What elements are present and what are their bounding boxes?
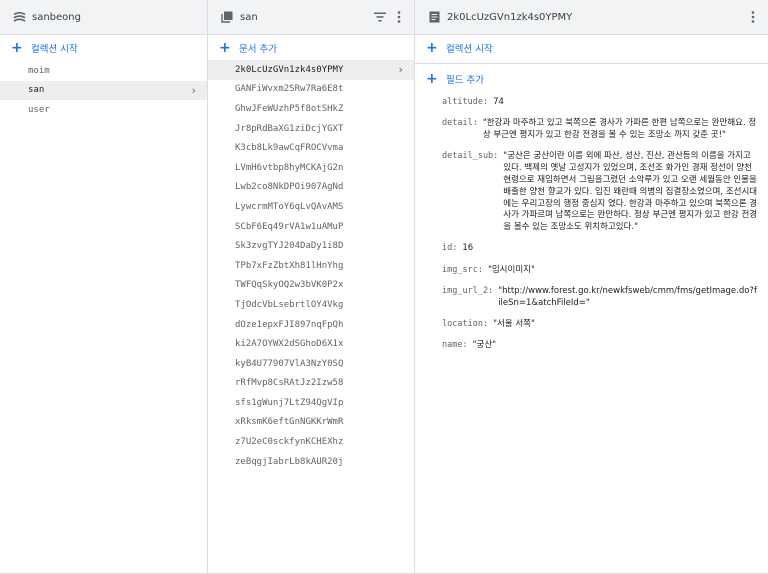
add-document-button[interactable]: + 문서 추가 [208,37,414,59]
collection-item-san[interactable]: san › [0,80,207,101]
more-vert-icon[interactable] [392,7,406,27]
divider [415,63,768,64]
start-collection-label: 컬렉션 시작 [31,44,78,55]
field-row[interactable]: detail: "한강과 마주하고 있고 북쪽으론 경사가 가파른 한편 남쪽으로… [442,118,758,142]
document-item[interactable]: TPb7xFzZbtXh81lHnYhg [208,256,414,276]
collection-title: san [240,11,258,23]
field-value: "한강과 마주하고 있고 북쪽으론 경사가 가파른 한편 남쪽으로는 완만해요.… [482,118,757,141]
field-value: 16 [462,243,474,254]
document-item[interactable]: zeBqgjIabrLb8kAUR20j [208,452,414,472]
document-item[interactable]: TWFQqSkyOQ2w3bVK0P2x [208,276,414,296]
filter-icon[interactable] [372,7,388,27]
field-row[interactable]: id: 16 [442,243,758,255]
document-item[interactable]: dOze1epxFJI897nqFpQh [208,315,414,335]
document-item[interactable]: z7U2eC0sckfynKCHEXhz [208,432,414,452]
document-item[interactable]: rRfMvp8CsRAtJz2Izw58 [208,374,414,394]
document-panel-header: 2k0LcUzGVn1zk4s0YPMY [415,0,768,35]
document-item[interactable]: SCbF6Eq49rVA1w1uAMuP [208,217,414,237]
field-key: detail_sub: [442,151,499,162]
document-item[interactable]: sfs1gWunj7LtZ94QgVIp [208,393,414,413]
field-row[interactable]: location: "서울 서쪽" [442,319,758,331]
collection-item-moim[interactable]: moim [0,61,207,81]
document-list: 2k0LcUzGVn1zk4s0YPMY › GANFiWvxm2SRw7Ra6E… [208,60,414,471]
document-item[interactable]: LywcrmMToY6qLvQAvAMS [208,197,414,217]
plus-icon: + [426,40,438,56]
field-key: detail: [442,118,478,129]
collection-item-user[interactable]: user [0,100,207,120]
document-item[interactable]: Lwb2co8NkDPOi907AgNd [208,178,414,198]
start-collection-button[interactable]: + 컬렉션 시작 [0,37,207,59]
document-fields-panel: 2k0LcUzGVn1zk4s0YPMY + 컬렉션 시작 + 필드 추가 al… [415,0,768,574]
project-title: sanbeong [32,11,81,23]
field-row[interactable]: altitude: 74 [442,97,758,109]
document-item[interactable]: GANFiWvxm2SRw7Ra6E8t [208,80,414,100]
document-item[interactable]: TjOdcVbLsebrtlOY4Vkg [208,295,414,315]
document-item[interactable]: 2k0LcUzGVn1zk4s0YPMY › [208,60,414,80]
collection-icon [220,10,234,24]
database-icon [12,10,26,24]
field-key: altitude: [442,97,489,107]
add-field-label: 필드 추가 [446,75,484,86]
documents-panel-header: san [208,0,414,35]
field-key: location: [442,319,489,330]
documents-panel: san + 문서 추가 2k0LcUzGVn1zk4s0YPMY › GANFiW… [208,0,415,574]
document-title: 2k0LcUzGVn1zk4s0YPMY [447,11,573,23]
chevron-right-icon: › [397,63,404,77]
field-value: "임시이미지" [487,264,535,275]
field-key: id: [442,243,458,254]
field-value: "서울 서쪽" [493,319,535,330]
collection-list: moim san › user [0,61,207,120]
document-item[interactable]: Jr8pRdBaXG1ziDcjYGXT [208,119,414,139]
document-item[interactable]: GhwJFeWUzhP5f8otSHkZ [208,99,414,119]
field-row[interactable]: img_src: "임시이미지" [442,265,758,277]
field-key: name: [442,340,468,351]
field-value: 74 [493,97,504,107]
document-icon [427,10,441,24]
add-document-label: 문서 추가 [239,44,277,55]
field-row[interactable]: img_url_2: "http://www.forest.go.kr/newkf… [442,286,758,310]
field-key: img_url_2: [442,286,494,297]
more-vert-icon[interactable] [746,7,760,27]
document-item[interactable]: K3cb8Lk9awCqFROCVvma [208,138,414,158]
add-field-button[interactable]: + 필드 추가 [415,68,768,90]
field-key: img_src: [442,264,483,275]
collections-panel-header: sanbeong [0,0,207,35]
field-list: altitude: 74 detail: "한강과 마주하고 있고 북쪽으론 경사가… [415,97,768,352]
document-item[interactable]: Sk3zvgTYJ204DaDy1i8D [208,236,414,256]
collections-panel: sanbeong + 컬렉션 시작 moim san › user [0,0,208,574]
start-collection-label: 컬렉션 시작 [446,44,493,55]
plus-icon: + [11,40,23,56]
plus-icon: + [426,71,438,87]
field-row[interactable]: name: "궁산" [442,340,758,352]
document-item[interactable]: xRksmK6eftGnNGKKrWmR [208,413,414,433]
chevron-right-icon: › [190,83,197,97]
plus-icon: + [219,40,231,56]
field-row[interactable]: detail_sub: "궁산은 궁산이란 이름 외에 파산, 성산, 진산, 관… [442,151,758,234]
document-item[interactable]: ki2A7OYWX2dSGhoD6X1x [208,334,414,354]
field-value: "궁산은 궁산이란 이름 외에 파산, 성산, 진산, 관산등의 이름을 가지고… [503,151,758,233]
start-collection-button[interactable]: + 컬렉션 시작 [415,37,768,59]
document-item[interactable]: kyB4U77907VlA3NzY0SQ [208,354,414,374]
firestore-data-viewer: sanbeong + 컬렉션 시작 moim san › user san + … [0,0,768,574]
document-item[interactable]: LVmH6vtbp8hyMCKAjG2n [208,158,414,178]
field-value: "궁산" [472,340,497,351]
field-value: "http://www.forest.go.kr/newkfsweb/cmm/f… [498,286,757,308]
